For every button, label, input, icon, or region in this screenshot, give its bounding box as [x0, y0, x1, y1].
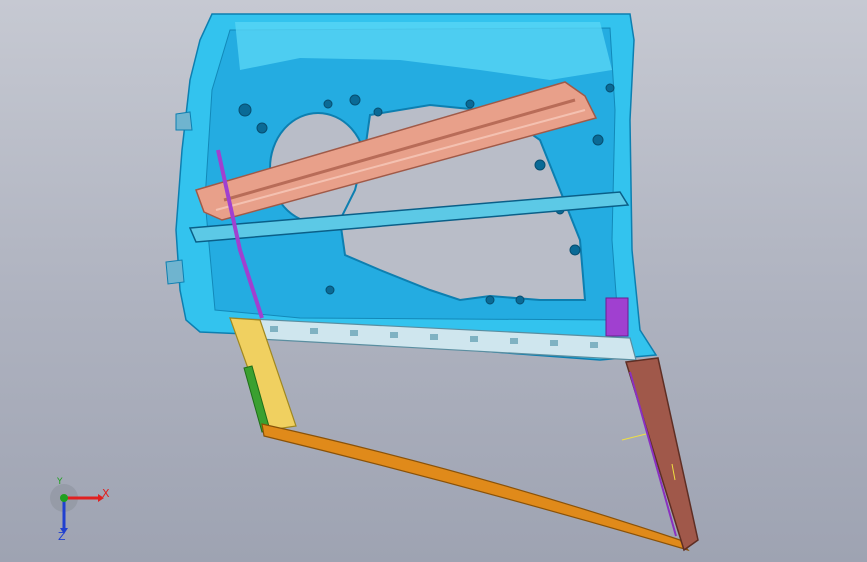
upper-hinge-tab [175, 111, 193, 131]
cad-viewport[interactable]: X Y Z [0, 0, 867, 562]
purple-bracket-right [605, 297, 629, 337]
y-axis-label: Y [57, 477, 63, 487]
coordinate-triad: X Y Z [40, 477, 120, 550]
x-axis-label: X [102, 487, 110, 500]
z-axis-label: Z [58, 530, 66, 543]
lower-hinge-tab [165, 259, 185, 285]
glass-frame-lower-arc [261, 423, 690, 552]
rear-glass-channel [625, 357, 699, 552]
construction-line-1 [621, 433, 647, 441]
door-assembly-model[interactable] [0, 0, 867, 562]
